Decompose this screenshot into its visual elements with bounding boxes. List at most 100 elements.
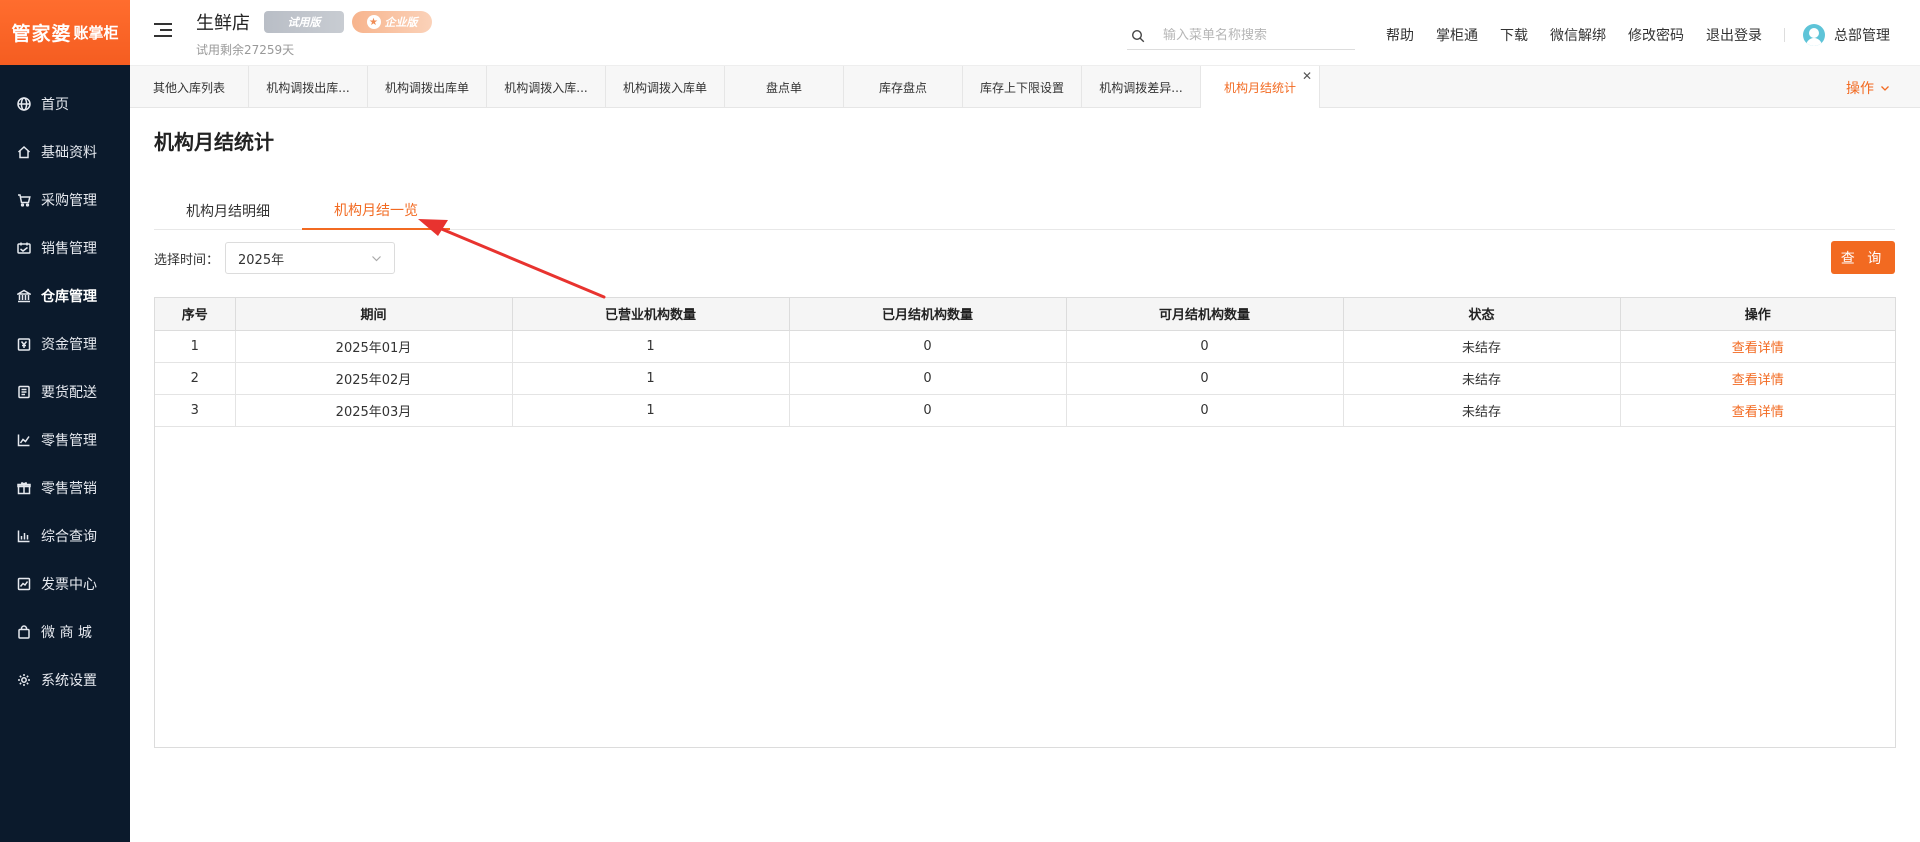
cart-icon [17, 193, 31, 207]
sidebar-item-home[interactable]: 首页 [0, 80, 130, 128]
sidebar-item-settings[interactable]: 系统设置 [0, 656, 130, 704]
sidebar-item-label: 首页 [41, 97, 69, 113]
tab-transfer-out-list[interactable]: 机构调拨出库... [249, 66, 368, 108]
monthly-settlement-table: 序号 期间 已营业机构数量 已月结机构数量 可月结机构数量 状态 操作 1 20… [154, 297, 1896, 748]
sidebar-item-label: 零售营销 [41, 481, 97, 497]
subtab-monthly-overview[interactable]: 机构月结一览 [302, 192, 450, 230]
cell-closed-count: 0 [789, 394, 1067, 427]
sidebar-item-basic-data[interactable]: 基础资料 [0, 128, 130, 176]
page-title: 机构月结统计 [154, 130, 274, 154]
sidebar-item-marketing[interactable]: 零售营销 [0, 464, 130, 512]
menu-search [1127, 22, 1355, 50]
cell-no: 1 [155, 330, 236, 363]
wechat-unbind-link[interactable]: 微信解绑 [1550, 25, 1606, 45]
tab-stock-limits[interactable]: 库存上下限设置 [963, 66, 1082, 108]
cell-closable-count: 0 [1066, 362, 1344, 395]
cell-period: 2025年01月 [235, 330, 513, 363]
tab-other-inbound-list[interactable]: 其他入库列表 [130, 66, 249, 108]
col-header-open-count: 已营业机构数量 [512, 298, 790, 331]
store-name: 生鲜店 [196, 13, 250, 34]
sidebar-menu: 首页 基础资料 采购管理 销售管理 仓库管理 资金管理 要货配送 零售管理 零售… [0, 65, 130, 704]
store-info: 生鲜店 试用版 ★ 企业版 试用剩余27259天 [196, 9, 432, 58]
home-icon [17, 145, 31, 159]
tab-stocktake-order[interactable]: 盘点单 [725, 66, 844, 108]
cell-status: 未结存 [1343, 394, 1621, 427]
sidebar-item-invoice[interactable]: 发票中心 [0, 560, 130, 608]
sidebar-item-sales[interactable]: 销售管理 [0, 224, 130, 272]
subtab-monthly-detail[interactable]: 机构月结明细 [154, 192, 302, 230]
tab-monthly-settlement[interactable]: 机构月结统计 ✕ [1201, 66, 1320, 108]
tab-transfer-in-order[interactable]: 机构调拨入库单 [606, 66, 725, 108]
avatar [1803, 24, 1825, 46]
tab-label: 机构月结统计 [1223, 80, 1296, 95]
header-links: 帮助 掌柜通 下载 微信解绑 修改密码 退出登录 总部管理 [1386, 24, 1890, 46]
gear-icon [17, 673, 31, 687]
tab-transfer-diff[interactable]: 机构调拨差异... [1082, 66, 1201, 108]
tab-stocktake[interactable]: 库存盘点 [844, 66, 963, 108]
chevron-down-icon [372, 255, 381, 261]
view-details-link[interactable]: 查看详情 [1620, 330, 1895, 363]
sidebar-item-retail[interactable]: 零售管理 [0, 416, 130, 464]
cell-no: 3 [155, 394, 236, 427]
sidebar-item-funds[interactable]: 资金管理 [0, 320, 130, 368]
user-name: 总部管理 [1834, 28, 1890, 44]
chevron-down-icon [1881, 86, 1889, 91]
tab-transfer-out-order[interactable]: 机构调拨出库单 [368, 66, 487, 108]
logo-main-text: 管家婆 [11, 23, 72, 45]
cell-period: 2025年02月 [235, 362, 513, 395]
filter-label: 选择时间： [154, 252, 220, 268]
cell-open-count: 1 [512, 362, 790, 395]
main-content: 机构月结统计 机构月结明细 机构月结一览 选择时间： 2025年 查 询 序号 … [130, 108, 1920, 842]
table-row: 1 2025年01月 1 0 0 未结存 查看详情 [155, 330, 1895, 363]
col-header-closed-count: 已月结机构数量 [789, 298, 1067, 331]
zhanggui-tong-link[interactable]: 掌柜通 [1436, 25, 1478, 45]
sidebar-item-label: 综合查询 [41, 529, 97, 545]
table-header-row: 序号 期间 已营业机构数量 已月结机构数量 可月结机构数量 状态 操作 [155, 298, 1895, 331]
sidebar-item-label: 零售管理 [41, 433, 97, 449]
collapse-menu-icon[interactable] [154, 22, 172, 38]
help-link[interactable]: 帮助 [1386, 25, 1414, 45]
document-icon [17, 385, 31, 399]
col-header-closable-count: 可月结机构数量 [1066, 298, 1344, 331]
bag-icon [17, 625, 31, 639]
cell-no: 2 [155, 362, 236, 395]
query-button[interactable]: 查 询 [1831, 241, 1895, 274]
bar-chart-icon [17, 529, 31, 543]
view-details-link[interactable]: 查看详情 [1620, 362, 1895, 395]
sidebar-item-label: 微 商 城 [41, 625, 92, 641]
money-icon [17, 337, 31, 351]
sidebar-item-mall[interactable]: 微 商 城 [0, 608, 130, 656]
sidebar-item-delivery[interactable]: 要货配送 [0, 368, 130, 416]
sidebar-item-query[interactable]: 综合查询 [0, 512, 130, 560]
view-details-link[interactable]: 查看详情 [1620, 394, 1895, 427]
cell-status: 未结存 [1343, 330, 1621, 363]
year-select[interactable]: 2025年 [225, 242, 396, 274]
user-menu[interactable]: 总部管理 [1803, 24, 1890, 46]
sidebar-item-warehouse[interactable]: 仓库管理 [0, 272, 130, 320]
star-icon: ★ [366, 15, 381, 29]
sidebar-item-label: 系统设置 [41, 673, 97, 689]
tabs-operations-dropdown[interactable]: 操作 [1846, 78, 1890, 98]
cell-status: 未结存 [1343, 362, 1621, 395]
top-header: 生鲜店 试用版 ★企业版 试用剩余27259天 帮助 掌柜通 下载 微信解绑 修… [130, 0, 1920, 66]
sidebar-item-label: 采购管理 [41, 193, 97, 209]
time-filter: 选择时间： 2025年 [154, 242, 396, 274]
sales-icon [17, 241, 31, 255]
download-link[interactable]: 下载 [1500, 25, 1528, 45]
gift-icon [17, 481, 31, 495]
brand-logo[interactable]: 管家婆 账掌柜 [0, 0, 130, 65]
cell-closable-count: 0 [1066, 394, 1344, 427]
close-icon[interactable]: ✕ [1302, 69, 1312, 83]
trial-remaining: 试用剩余27259天 [196, 43, 295, 57]
cell-open-count: 1 [512, 394, 790, 427]
logout-link[interactable]: 退出登录 [1706, 25, 1762, 45]
cell-closable-count: 0 [1066, 330, 1344, 363]
col-header-period: 期间 [235, 298, 513, 331]
sidebar-item-purchase[interactable]: 采购管理 [0, 176, 130, 224]
enterprise-badge[interactable]: ★ 企业版 [352, 11, 432, 33]
search-input[interactable] [1163, 28, 1343, 43]
sidebar-item-label: 仓库管理 [41, 289, 97, 305]
tab-transfer-in-list[interactable]: 机构调拨入库... [487, 66, 606, 108]
change-password-link[interactable]: 修改密码 [1628, 25, 1684, 45]
cell-closed-count: 0 [789, 362, 1067, 395]
